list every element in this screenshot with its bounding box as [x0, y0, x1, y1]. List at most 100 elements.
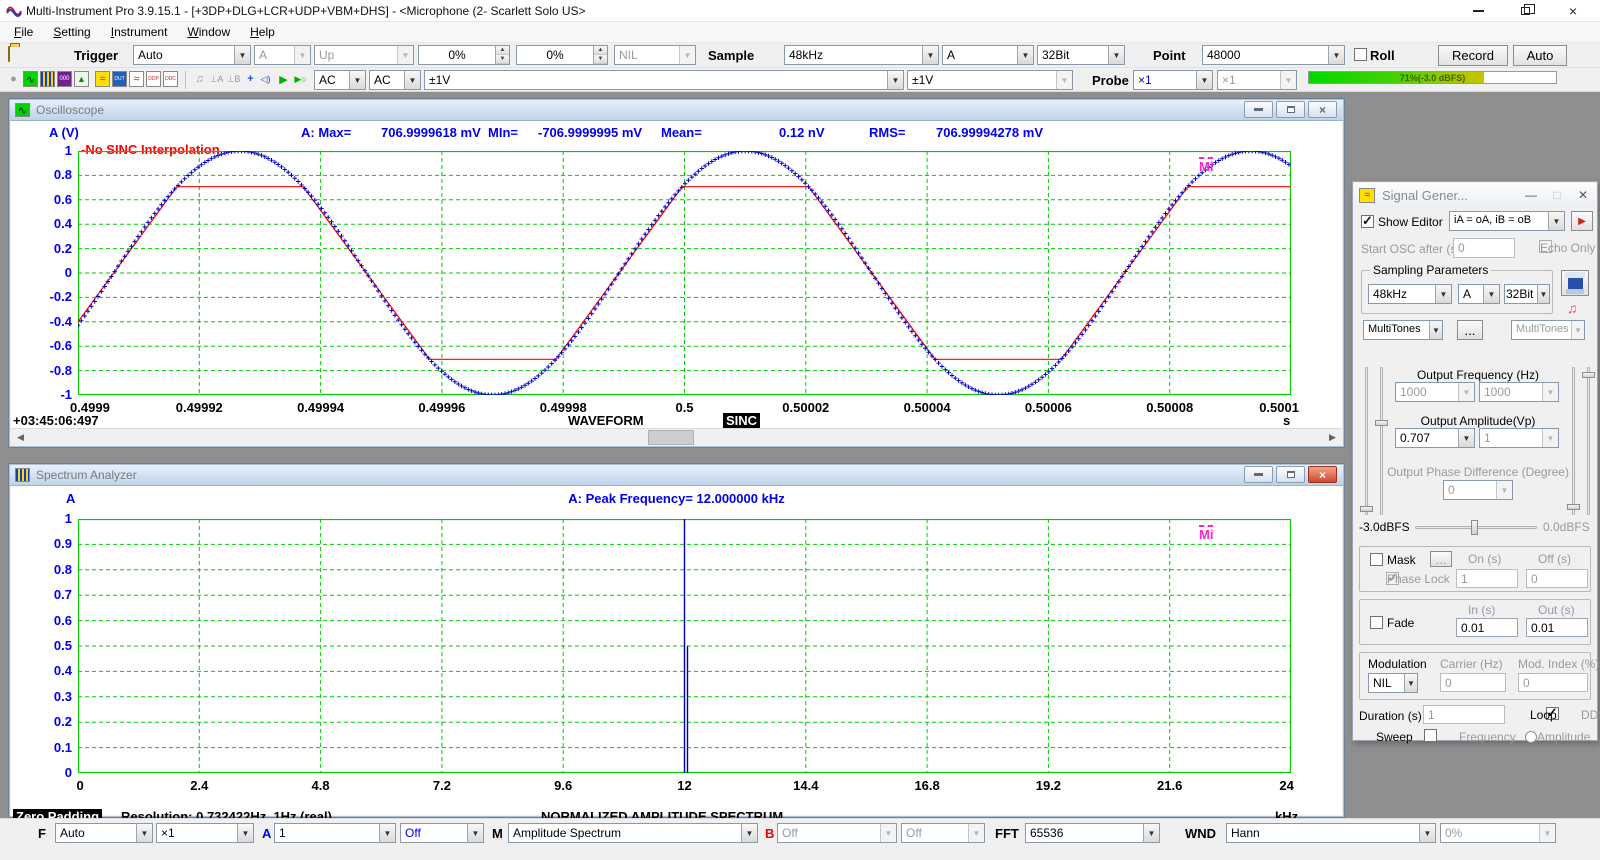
signal-generator-titlebar[interactable]: ≈ Signal Gener... — □ ✕	[1354, 183, 1596, 207]
signal-generator-mini-icon[interactable]: ≈	[129, 71, 144, 87]
freq-slider-a[interactable]	[1365, 367, 1368, 515]
coupling-a-select[interactable]: AC▼	[314, 70, 366, 90]
bit-depth-select[interactable]: 32Bit▼	[1037, 45, 1125, 65]
spectrum-close-button[interactable]: ×	[1308, 466, 1337, 483]
spin-up-icon[interactable]: ▲	[496, 46, 509, 55]
spectrum-analyzer-icon[interactable]	[40, 71, 55, 87]
oscilloscope-hscrollbar[interactable]: ◀ ▶	[11, 428, 1342, 445]
editor-mode-select[interactable]: iA = oA, iB = oB▼	[1449, 211, 1565, 231]
amp-slider-a[interactable]	[1380, 367, 1383, 515]
mod-index-input[interactable]: 0	[1518, 673, 1588, 692]
oscilloscope-plot[interactable]: 10.80.60.40.20-0.2-0.4-0.6-0.8-10.49990.…	[78, 151, 1291, 395]
modulation-type-select[interactable]: NIL▼	[1368, 673, 1418, 693]
run-icon[interactable]: ▶	[276, 71, 291, 87]
minimize-button[interactable]	[1458, 0, 1498, 22]
probe-calibration-icon[interactable]: +	[243, 71, 258, 87]
record-button[interactable]: Record	[1438, 45, 1508, 66]
slider-thumb[interactable]	[1567, 504, 1580, 510]
zero-channel-a-icon[interactable]: ⊥A	[209, 71, 224, 87]
waveform-b-select[interactable]: MultiTones▼	[1511, 320, 1585, 340]
gain-a-select[interactable]: 1▼	[274, 823, 396, 843]
ddc-icon[interactable]: DDC	[163, 71, 178, 87]
spectrum-restore-button[interactable]	[1276, 466, 1305, 483]
sound-device-icon[interactable]: ◁)	[258, 71, 273, 87]
siggen-maximize-button[interactable]: □	[1544, 186, 1570, 204]
spin-down-icon[interactable]: ▼	[496, 55, 509, 64]
fade-in-input[interactable]: 0.01	[1456, 618, 1518, 637]
output-phase-select[interactable]: 0▼	[1443, 480, 1513, 500]
siggen-sample-rate-select[interactable]: 48kHz▼	[1368, 284, 1452, 304]
persistence-a-select[interactable]: Off▼	[400, 823, 484, 843]
range-b-select[interactable]: ±1V▼	[907, 70, 1073, 90]
probe-a-select[interactable]: ×1▼	[1133, 70, 1213, 90]
siggen-run-button[interactable]: ▶	[1571, 211, 1593, 231]
oscilloscope-close-button[interactable]: ×	[1308, 101, 1337, 118]
display-mode-select[interactable]: Amplitude Spectrum▼	[508, 823, 758, 843]
sweep-checkbox[interactable]	[1424, 729, 1437, 742]
probe-b-select[interactable]: ×1▼	[1217, 70, 1297, 90]
slider-thumb[interactable]	[1471, 520, 1478, 535]
music-note-icon[interactable]: ♫	[1567, 300, 1578, 316]
scroll-left-icon[interactable]: ◀	[12, 431, 29, 444]
trigger-level-spinner[interactable]: 0%▲▼	[418, 45, 510, 65]
mic-calibration-icon[interactable]: ♫	[192, 71, 207, 87]
restore-button[interactable]	[1505, 0, 1545, 22]
oscilloscope-minimize-button[interactable]	[1244, 101, 1273, 118]
menu-window[interactable]: Window	[177, 23, 240, 42]
oscilloscope-icon[interactable]: ∿	[23, 71, 38, 87]
multimeter-icon[interactable]: 000	[57, 71, 72, 87]
spectrum-plot[interactable]: 10.90.80.70.60.50.40.30.20.1002.44.87.29…	[78, 519, 1291, 773]
sinc-badge[interactable]: SINC	[723, 413, 760, 428]
range-a-select[interactable]: ±1V▼	[424, 70, 904, 90]
fade-out-input[interactable]: 0.01	[1526, 618, 1588, 637]
dbfs-slider[interactable]	[1415, 526, 1537, 529]
spin-down-icon[interactable]: ▼	[594, 55, 607, 64]
slider-thumb[interactable]	[1375, 420, 1388, 426]
ddp-viewer-icon[interactable]: DDP	[146, 71, 161, 87]
spectrum-3d-plot-icon[interactable]: ▲	[74, 71, 89, 87]
output-frequency-b-select[interactable]: 1000▼	[1479, 382, 1559, 402]
zoom-select[interactable]: ×1▼	[156, 823, 254, 843]
siggen-channels-select[interactable]: A▼	[1458, 284, 1500, 304]
fft-size-select[interactable]: 65536▼	[1025, 823, 1160, 843]
output-amplitude-a-select[interactable]: 0.707▼	[1395, 428, 1475, 448]
siggen-save-button[interactable]	[1561, 270, 1589, 296]
spectrum-titlebar[interactable]: Spectrum Analyzer	[10, 465, 1343, 486]
roll-checkbox[interactable]	[1354, 48, 1367, 61]
oscilloscope-titlebar[interactable]: ∿ Oscilloscope	[10, 100, 1343, 121]
mask-more-button[interactable]: ...	[1430, 551, 1452, 567]
fade-checkbox[interactable]	[1370, 616, 1383, 629]
spin-up-icon[interactable]: ▲	[594, 46, 607, 55]
output-amplitude-b-select[interactable]: 1▼	[1479, 428, 1559, 448]
trigger-hpf-select[interactable]: NIL▼	[614, 45, 696, 65]
device-test-plan-icon[interactable]: DUT	[112, 71, 127, 87]
show-editor-checkbox[interactable]	[1361, 215, 1374, 228]
scrollbar-thumb[interactable]	[648, 430, 694, 445]
freq-slider-b[interactable]	[1587, 367, 1590, 515]
carrier-input[interactable]: 0	[1440, 673, 1506, 692]
mask-on-input[interactable]: 1	[1456, 569, 1518, 588]
sampling-channels-select[interactable]: A▼	[942, 45, 1034, 65]
freq-axis-select[interactable]: Auto▼	[55, 823, 153, 843]
close-button[interactable]: ×	[1553, 0, 1593, 22]
menu-setting[interactable]: Setting	[43, 23, 100, 42]
menu-instrument[interactable]: Instrument	[101, 23, 178, 42]
siggen-bits-select[interactable]: 32Bit▼	[1504, 284, 1550, 304]
sweep-frequency-radio[interactable]	[1525, 731, 1537, 743]
zero-channel-b-icon[interactable]: ⊥B	[226, 71, 241, 87]
start-osc-input[interactable]: 0	[1453, 238, 1515, 258]
multitones-editor-button[interactable]: ...	[1457, 320, 1483, 340]
oscilloscope-restore-button[interactable]	[1276, 101, 1305, 118]
siggen-close-button[interactable]: ✕	[1570, 186, 1596, 204]
amp-slider-b[interactable]	[1572, 367, 1575, 515]
duration-input[interactable]: 1	[1423, 705, 1505, 724]
trigger-edge-select[interactable]: Up▼	[314, 45, 414, 65]
run-loop-icon[interactable]: ▶○	[293, 71, 308, 87]
trigger-source-select[interactable]: A▼	[254, 45, 311, 65]
record-dot-icon[interactable]: ●	[6, 71, 21, 87]
coupling-b-select[interactable]: AC▼	[369, 70, 421, 90]
auto-scaling-button[interactable]: Auto	[1513, 45, 1567, 66]
record-points-select[interactable]: 48000▼	[1202, 45, 1345, 65]
menu-help[interactable]: Help	[240, 23, 285, 42]
siggen-minimize-button[interactable]: —	[1518, 186, 1544, 204]
